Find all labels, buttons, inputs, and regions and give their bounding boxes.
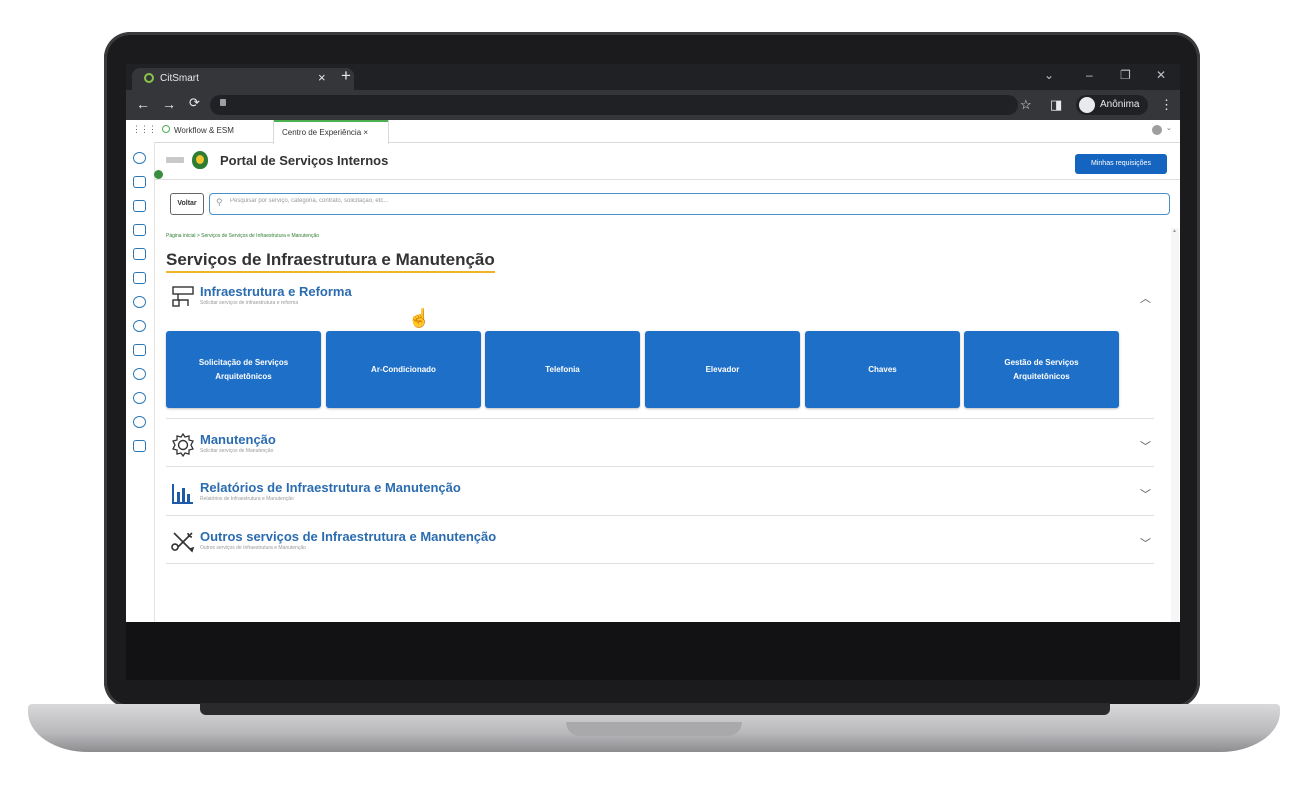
search-input[interactable] bbox=[228, 197, 1132, 205]
section-divider bbox=[166, 515, 1154, 516]
code-icon[interactable] bbox=[133, 296, 146, 308]
incognito-label: Anônima bbox=[1100, 99, 1140, 110]
card-gestao-servicos-arquitetonicos[interactable]: Gestão de Serviços Arquitetônicos bbox=[964, 331, 1119, 408]
coat-of-arms-icon bbox=[192, 151, 208, 169]
user-avatar-icon[interactable] bbox=[1152, 125, 1162, 135]
group-icon[interactable] bbox=[133, 416, 146, 428]
tab-workflow-esm-label: Workflow & ESM bbox=[174, 126, 234, 135]
service-cards: Solicitação de Serviços Arquitetônicos A… bbox=[166, 331, 1126, 409]
section-outros-servicos[interactable]: Outros serviços de Infraestrutura e Manu… bbox=[166, 529, 1154, 559]
settings-icon[interactable] bbox=[133, 392, 146, 404]
section-title: Manutenção bbox=[200, 432, 276, 447]
forward-icon[interactable]: → bbox=[162, 96, 176, 112]
app-tabs: Workflow & ESM Centro de Experiência × ⌄ bbox=[154, 120, 1180, 144]
minhas-requisicoes-button[interactable]: Minhas requisições bbox=[1075, 154, 1167, 174]
browser-menu-icon[interactable]: ⋮ bbox=[1160, 97, 1173, 113]
laptop-bezel bbox=[126, 622, 1180, 680]
section-title: Infraestrutura e Reforma bbox=[200, 284, 352, 299]
back-icon[interactable]: ← bbox=[136, 96, 150, 112]
hand-cursor-icon: ☝ bbox=[408, 308, 431, 328]
page-title: Serviços de Infraestrutura e Manutenção bbox=[166, 250, 495, 273]
browser-tab[interactable]: CitSmart × bbox=[132, 68, 354, 90]
briefcase-icon[interactable] bbox=[133, 224, 146, 236]
report-icon[interactable] bbox=[133, 248, 146, 260]
section-title: Relatórios de Infraestrutura e Manutençã… bbox=[200, 480, 461, 495]
address-bar[interactable] bbox=[210, 95, 1018, 115]
browser-tab-close-icon[interactable]: × bbox=[318, 70, 326, 85]
app-sidebar bbox=[126, 120, 156, 622]
portal-header: Portal de Serviços Internos Minhas requi… bbox=[154, 143, 1180, 180]
section-divider bbox=[166, 466, 1154, 467]
card-icon[interactable] bbox=[133, 344, 146, 356]
chevron-down-icon[interactable]: ﹀ bbox=[1140, 535, 1151, 551]
section-relatorios[interactable]: Relatórios de Infraestrutura e Manutençã… bbox=[166, 480, 1154, 510]
search-box[interactable]: ⚲ bbox=[209, 193, 1170, 215]
lock-icon bbox=[220, 99, 226, 106]
section-infraestrutura-reforma[interactable]: Infraestrutura e Reforma Solicitar servi… bbox=[166, 284, 1154, 314]
apps-grid-icon[interactable] bbox=[132, 124, 156, 140]
building-icon bbox=[172, 286, 194, 307]
laptop-notch bbox=[566, 722, 742, 736]
breadcrumb[interactable]: Página inicial > Serviços de Serviços de… bbox=[166, 233, 319, 239]
card-elevador[interactable]: Elevador bbox=[645, 331, 800, 408]
bookmark-star-icon[interactable]: ☆ bbox=[1020, 97, 1032, 113]
workflow-logo-icon bbox=[162, 125, 170, 133]
card-solicitacao-servicos-arquitetonicos[interactable]: Solicitação de Serviços Arquitetônicos bbox=[166, 331, 321, 408]
tab-search-chevron-icon[interactable]: ⌄ bbox=[1044, 68, 1054, 82]
laptop-hinge bbox=[200, 703, 1110, 715]
incognito-icon bbox=[1079, 97, 1095, 113]
dashboard-icon[interactable] bbox=[133, 200, 146, 212]
card-ar-condicionado[interactable]: Ar-Condicionado bbox=[326, 331, 481, 408]
document-icon[interactable] bbox=[133, 272, 146, 284]
section-subtitle: Outros serviços de Infraestrutura e Manu… bbox=[200, 545, 306, 551]
portal-title: Portal de Serviços Internos bbox=[220, 153, 389, 168]
search-icon: ⚲ bbox=[216, 197, 223, 207]
browser-tab-title: CitSmart bbox=[160, 73, 199, 84]
chevron-down-icon[interactable]: ﹀ bbox=[1140, 438, 1151, 454]
scrollbar[interactable] bbox=[1171, 228, 1179, 622]
section-subtitle: Solicitar serviços de Manutenção bbox=[200, 448, 274, 454]
minimize-icon[interactable]: – bbox=[1086, 68, 1093, 82]
tab-centro-experiencia[interactable]: Centro de Experiência × bbox=[274, 120, 388, 144]
new-tab-icon[interactable]: + bbox=[341, 66, 351, 86]
bar-chart-icon bbox=[172, 484, 193, 504]
chevron-up-icon[interactable]: ︿ bbox=[1140, 290, 1151, 306]
voltar-button[interactable]: Voltar bbox=[170, 193, 204, 215]
export-icon[interactable] bbox=[133, 440, 146, 452]
avatar-chevron-icon[interactable]: ⌄ bbox=[1166, 124, 1172, 132]
section-subtitle: Solicitar serviços de infraestrutura e r… bbox=[200, 300, 299, 306]
close-window-icon[interactable]: ✕ bbox=[1156, 68, 1166, 82]
tab-centro-experiencia-label: Centro de Experiência × bbox=[282, 128, 369, 137]
browser-tabbar: CitSmart × + ⌄ – ❐ ✕ bbox=[126, 64, 1180, 90]
reload-glyph-icon[interactable]: ⟳ bbox=[189, 95, 200, 111]
government-logo-icon bbox=[166, 157, 184, 163]
section-subtitle: Relatórios de Infraestrutura e Manutençã… bbox=[200, 496, 294, 502]
citsmart-favicon-icon bbox=[144, 73, 154, 83]
person-icon[interactable] bbox=[133, 320, 146, 332]
headset-icon[interactable] bbox=[133, 368, 146, 380]
card-chaves[interactable]: Chaves bbox=[805, 331, 960, 408]
chevron-down-icon[interactable]: ﹀ bbox=[1140, 486, 1151, 502]
tools-icon bbox=[171, 532, 195, 553]
incognito-profile[interactable]: Anônima bbox=[1076, 95, 1148, 115]
section-manutencao[interactable]: Manutenção Solicitar serviços de Manuten… bbox=[166, 432, 1154, 462]
browser-toolbar: ← → ⟳ ☆ ◨ Anônima ⋮ bbox=[126, 90, 1180, 120]
users-icon[interactable] bbox=[133, 152, 146, 164]
gear-icon bbox=[172, 432, 194, 458]
section-title: Outros serviços de Infraestrutura e Manu… bbox=[200, 529, 497, 544]
tab-workflow-esm[interactable]: Workflow & ESM bbox=[158, 120, 266, 142]
restore-icon[interactable]: ❐ bbox=[1120, 68, 1131, 82]
expand-sidebar-icon[interactable] bbox=[154, 170, 163, 179]
section-divider bbox=[166, 418, 1154, 419]
screen: CitSmart × + ⌄ – ❐ ✕ ← → ⟳ ☆ ◨ Anônima ⋮ bbox=[126, 64, 1180, 622]
workflow-icon[interactable] bbox=[133, 176, 146, 188]
side-panel-icon[interactable]: ◨ bbox=[1050, 97, 1062, 113]
card-telefonia[interactable]: Telefonia bbox=[485, 331, 640, 408]
section-divider bbox=[166, 563, 1154, 564]
